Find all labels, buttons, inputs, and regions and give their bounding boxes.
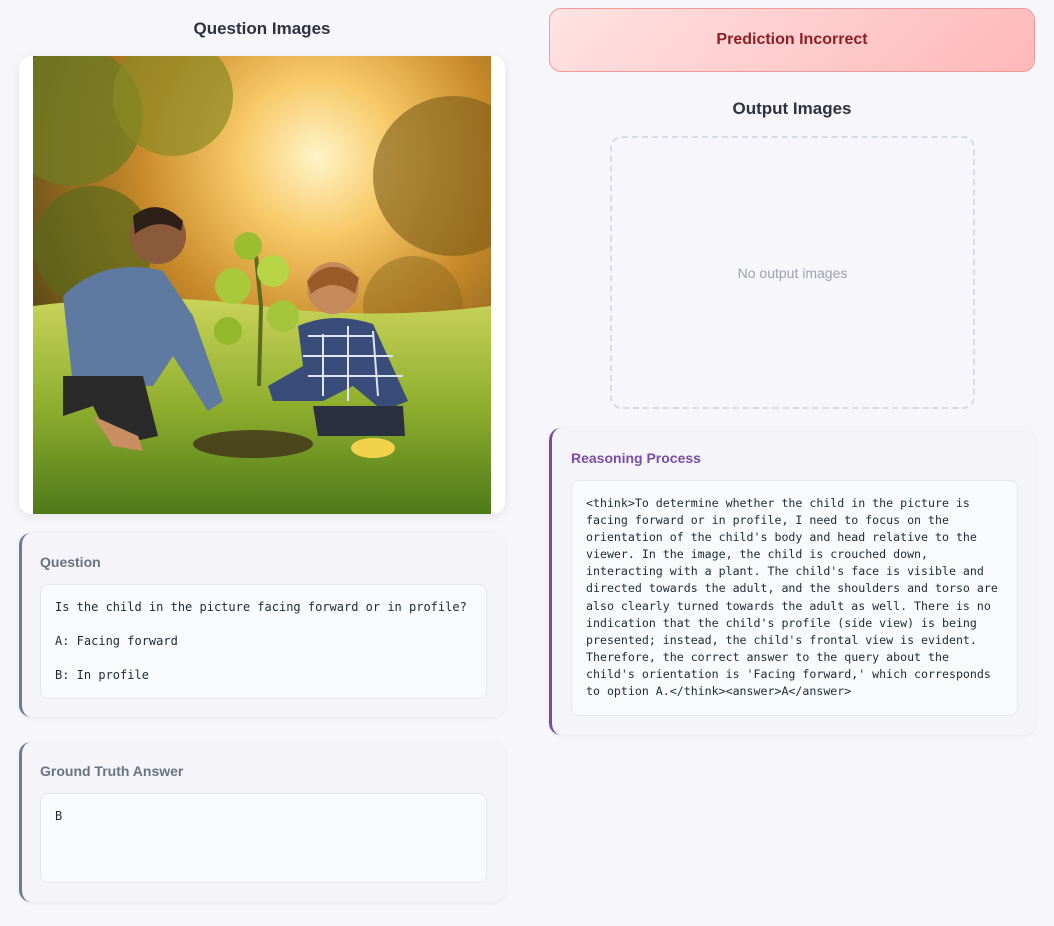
reasoning-text: <think>To determine whether the child in… <box>571 480 1018 716</box>
reasoning-card: Reasoning Process <think>To determine wh… <box>549 428 1035 735</box>
output-images-placeholder: No output images <box>610 136 975 409</box>
question-image[interactable] <box>33 56 491 514</box>
prediction-status-banner: Prediction Incorrect <box>549 8 1035 72</box>
option-b-line: B: In profile <box>55 668 149 682</box>
output-images-title: Output Images <box>732 99 852 118</box>
ground-truth-label: Ground Truth Answer <box>40 763 184 779</box>
option-a-line: A: Facing forward <box>55 634 178 648</box>
question-label: Question <box>40 554 101 570</box>
question-image-card <box>19 56 505 514</box>
no-output-text: No output images <box>737 264 848 281</box>
reasoning-label: Reasoning Process <box>571 450 701 466</box>
question-text-box: Is the child in the picture facing forwa… <box>40 584 487 699</box>
question-images-title: Question Images <box>193 19 331 38</box>
question-card: Question Is the child in the picture fac… <box>19 533 505 717</box>
ground-truth-value: B <box>40 793 487 883</box>
ground-truth-card: Ground Truth Answer B <box>19 742 505 902</box>
question-line: Is the child in the picture facing forwa… <box>55 600 467 614</box>
